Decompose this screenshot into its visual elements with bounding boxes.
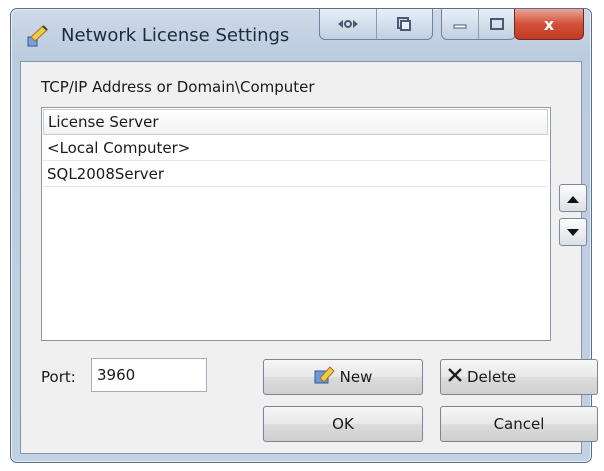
delete-button[interactable]: Delete: [440, 359, 598, 395]
new-button-label: New: [339, 368, 373, 386]
caption-extra-icon[interactable]: [320, 9, 377, 39]
caption-window-group: [441, 9, 516, 40]
delete-x-icon: [447, 367, 463, 387]
new-button[interactable]: New: [263, 359, 423, 395]
title-bar[interactable]: Network License Settings x: [11, 9, 591, 61]
maximize-icon[interactable]: [478, 9, 515, 39]
caption-extra-group: [319, 9, 433, 40]
list-item[interactable]: SQL2008Server: [43, 161, 548, 187]
delete-button-label: Delete: [467, 368, 517, 386]
cancel-button[interactable]: Cancel: [440, 406, 598, 442]
close-glyph: x: [543, 14, 555, 34]
window-title: Network License Settings: [61, 25, 290, 46]
license-server-list[interactable]: License Server <Local Computer> SQL2008S…: [41, 107, 551, 341]
move-down-button[interactable]: [559, 218, 587, 246]
network-license-dialog: Network License Settings x TCP/IP Addres…: [10, 8, 598, 463]
cancel-button-label: Cancel: [493, 415, 545, 433]
ok-button[interactable]: OK: [263, 406, 423, 442]
close-icon[interactable]: x: [514, 9, 584, 40]
dialog-client-area: TCP/IP Address or Domain\Computer Licens…: [20, 61, 598, 454]
ok-button-label: OK: [332, 415, 354, 433]
caption-extra-icon-2[interactable]: [376, 9, 432, 39]
list-item[interactable]: <Local Computer>: [43, 135, 548, 161]
port-field[interactable]: [91, 358, 207, 392]
new-pencil-icon: [314, 365, 336, 389]
network-license-icon: [25, 23, 51, 49]
column-header-license-server[interactable]: License Server: [43, 109, 548, 135]
move-up-button[interactable]: [559, 184, 587, 212]
arrow-up-icon: [567, 189, 579, 207]
arrow-down-icon: [567, 223, 579, 241]
address-label: TCP/IP Address or Domain\Computer: [41, 78, 315, 96]
port-label: Port:: [41, 368, 76, 386]
minimize-icon[interactable]: [442, 9, 479, 39]
